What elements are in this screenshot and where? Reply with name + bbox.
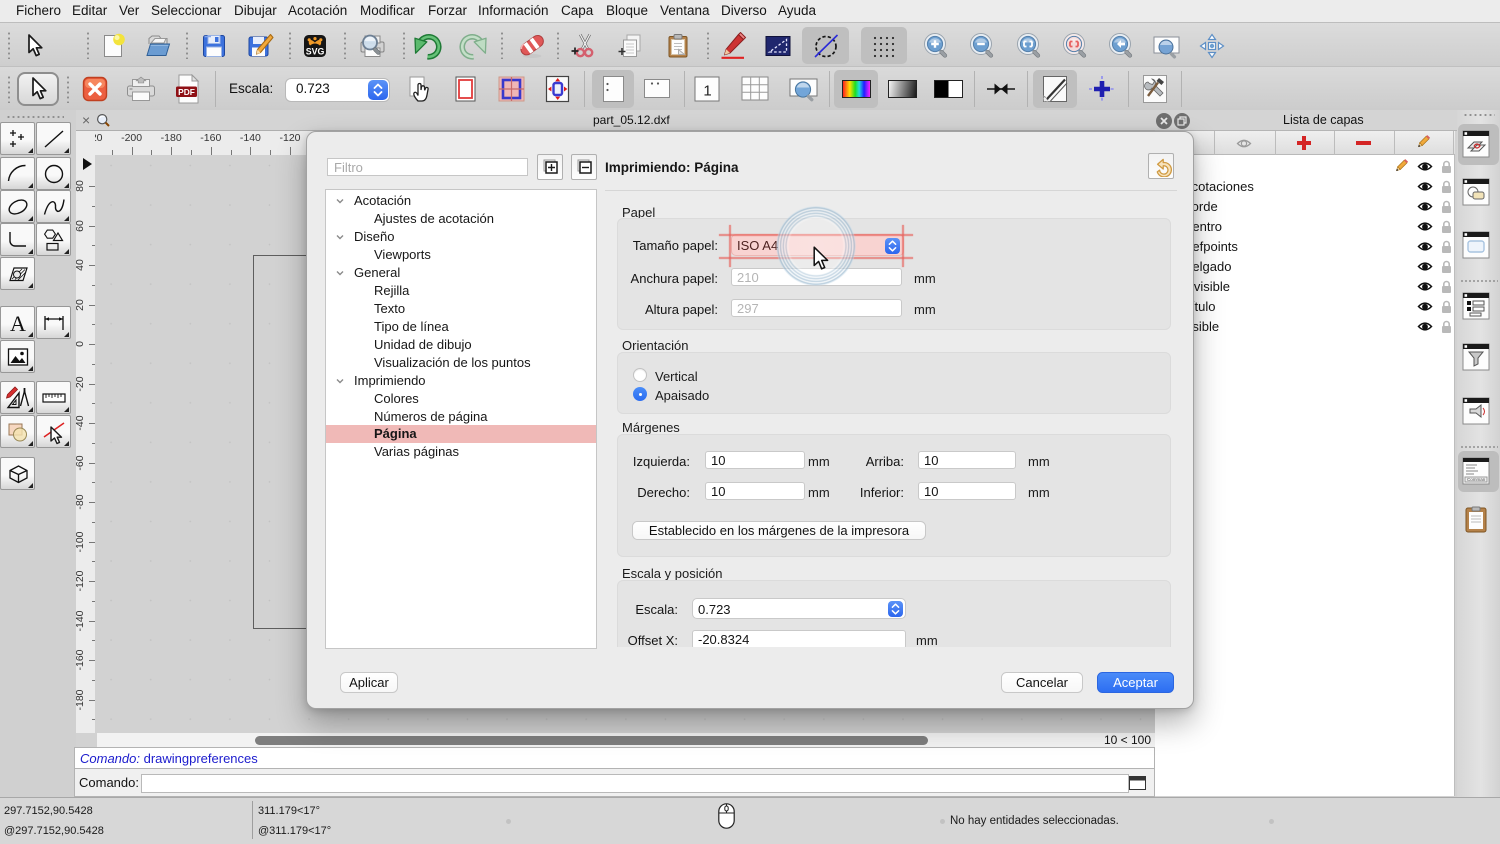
svg-text:PDF: PDF — [178, 87, 195, 97]
svg-text:A: A — [10, 311, 26, 336]
svg-text:1: 1 — [703, 83, 711, 100]
svg-text:SVG: SVG — [306, 47, 325, 57]
svg-text:Comman: Comman — [1467, 477, 1486, 482]
